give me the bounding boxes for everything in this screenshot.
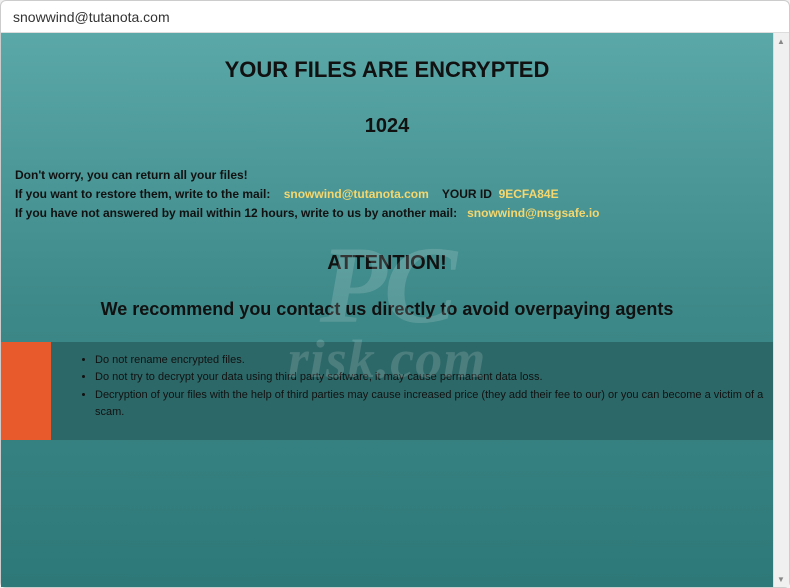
ransom-note: PC risk.com YOUR FILES ARE ENCRYPTED 102…: [1, 33, 773, 587]
scroll-up-icon[interactable]: ▲: [773, 33, 789, 49]
victim-id: 9ECFA84E: [499, 187, 559, 201]
restore-line: If you want to restore them, write to th…: [15, 185, 759, 204]
alt-mail-line: If you have not answered by mail within …: [15, 204, 759, 223]
warnings-panel: Do not rename encrypted files. Do not tr…: [1, 342, 773, 440]
attention-heading: ATTENTION!: [1, 224, 773, 275]
warning-accent-bar: [1, 342, 51, 440]
restore-prefix: If you want to restore them, write to th…: [15, 187, 270, 201]
window: snowwind@tutanota.com PC risk.com YOUR F…: [0, 0, 790, 588]
vertical-scrollbar[interactable]: ▲ ▼: [773, 33, 789, 587]
reassurance-line: Don't worry, you can return all your fil…: [15, 166, 759, 185]
recommendation-text: We recommend you contact us directly to …: [1, 275, 773, 342]
body-text: Don't worry, you can return all your fil…: [1, 166, 773, 224]
primary-email: snowwind@tutanota.com: [284, 187, 429, 201]
list-item: Do not rename encrypted files.: [95, 352, 765, 370]
content-wrapper: PC risk.com YOUR FILES ARE ENCRYPTED 102…: [1, 33, 789, 587]
scroll-down-icon[interactable]: ▼: [773, 571, 789, 587]
warnings-list: Do not rename encrypted files. Do not tr…: [81, 352, 765, 422]
titlebar: snowwind@tutanota.com: [1, 1, 789, 33]
window-title: snowwind@tutanota.com: [13, 9, 170, 25]
code-number: 1024: [1, 83, 773, 166]
list-item: Decryption of your files with the help o…: [95, 387, 765, 422]
secondary-email: snowwind@msgsafe.io: [467, 206, 599, 220]
id-label: YOUR ID: [442, 187, 492, 201]
alt-mail-prefix: If you have not answered by mail within …: [15, 206, 457, 220]
list-item: Do not try to decrypt your data using th…: [95, 369, 765, 387]
main-heading: YOUR FILES ARE ENCRYPTED: [1, 33, 773, 83]
warnings-body: Do not rename encrypted files. Do not tr…: [51, 342, 773, 440]
